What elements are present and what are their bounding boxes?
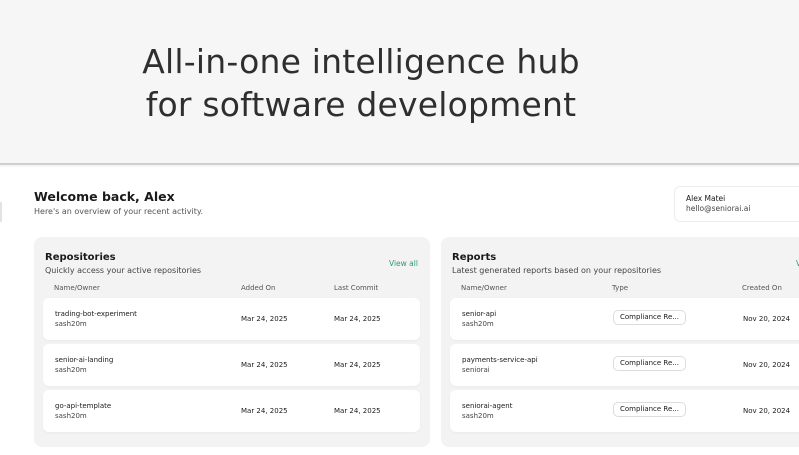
repository-last-commit: Mar 24, 2025 [334, 361, 381, 369]
repositories-subtitle: Quickly access your active repositories [45, 266, 202, 275]
report-row[interactable]: payments-service-api seniorai Compliance… [450, 344, 799, 386]
repository-name: go-api-template [55, 402, 112, 410]
column-header-type: Type [612, 284, 629, 292]
column-header-created-on: Created On [742, 284, 782, 292]
repositories-view-all-link[interactable]: View all [389, 259, 418, 268]
hero-title-line-2: for software development [145, 85, 577, 124]
repository-owner: sash20m [55, 320, 87, 328]
repository-owner: sash20m [55, 412, 87, 420]
report-owner: sash20m [462, 412, 494, 420]
report-row[interactable]: seniorai-agent sash20m Compliance Re... … [450, 390, 799, 432]
welcome-subtitle: Here's an overview of your recent activi… [34, 207, 203, 216]
column-header-added-on: Added On [241, 284, 276, 292]
user-name: Alex Matei [686, 194, 726, 203]
report-type-badge: Compliance Re... [613, 356, 686, 371]
repository-added-on: Mar 24, 2025 [241, 361, 288, 369]
reports-subtitle: Latest generated reports based on your r… [452, 266, 662, 275]
repository-added-on: Mar 24, 2025 [241, 315, 288, 323]
report-row[interactable]: senior-api sash20m Compliance Re... Nov … [450, 298, 799, 340]
repository-row[interactable]: go-api-template sash20m Mar 24, 2025 Mar… [43, 390, 420, 432]
repository-name: senior-ai-landing [55, 356, 114, 364]
report-type-badge: Compliance Re... [613, 402, 686, 417]
report-created-on: Nov 20, 2024 [743, 315, 791, 323]
hero-banner: All-in-one intelligence hub for software… [0, 0, 799, 165]
column-header-last-commit: Last Commit [334, 284, 379, 292]
repository-last-commit: Mar 24, 2025 [334, 407, 381, 415]
reports-title: Reports [452, 252, 497, 263]
hero-title-line-1: All-in-one intelligence hub [142, 42, 580, 81]
report-owner: seniorai [462, 366, 490, 374]
user-profile-card[interactable]: Alex Matei hello@seniorai.ai [675, 187, 799, 221]
user-email: hello@seniorai.ai [686, 204, 751, 213]
report-name: payments-service-api [462, 356, 538, 364]
report-name: seniorai-agent [462, 402, 513, 410]
repositories-panel: Repositories Quickly access your active … [34, 237, 430, 447]
repository-name: trading-bot-experiment [55, 310, 137, 318]
repository-added-on: Mar 24, 2025 [241, 407, 288, 415]
repository-owner: sash20m [55, 366, 87, 374]
sidebar-edge [0, 202, 2, 222]
welcome-title: Welcome back, Alex [34, 189, 175, 204]
repository-last-commit: Mar 24, 2025 [334, 315, 381, 323]
report-created-on: Nov 20, 2024 [743, 361, 791, 369]
repository-row[interactable]: trading-bot-experiment sash20m Mar 24, 2… [43, 298, 420, 340]
hero-title: All-in-one intelligence hub for software… [0, 40, 722, 126]
column-header-name-owner: Name/Owner [54, 284, 100, 292]
repositories-title: Repositories [45, 252, 116, 263]
report-owner: sash20m [462, 320, 494, 328]
repository-row[interactable]: senior-ai-landing sash20m Mar 24, 2025 M… [43, 344, 420, 386]
report-created-on: Nov 20, 2024 [743, 407, 791, 415]
report-type-badge: Compliance Re... [613, 310, 686, 325]
column-header-name-owner: Name/Owner [461, 284, 507, 292]
reports-panel: Reports Latest generated reports based o… [441, 237, 799, 447]
report-name: senior-api [462, 310, 497, 318]
